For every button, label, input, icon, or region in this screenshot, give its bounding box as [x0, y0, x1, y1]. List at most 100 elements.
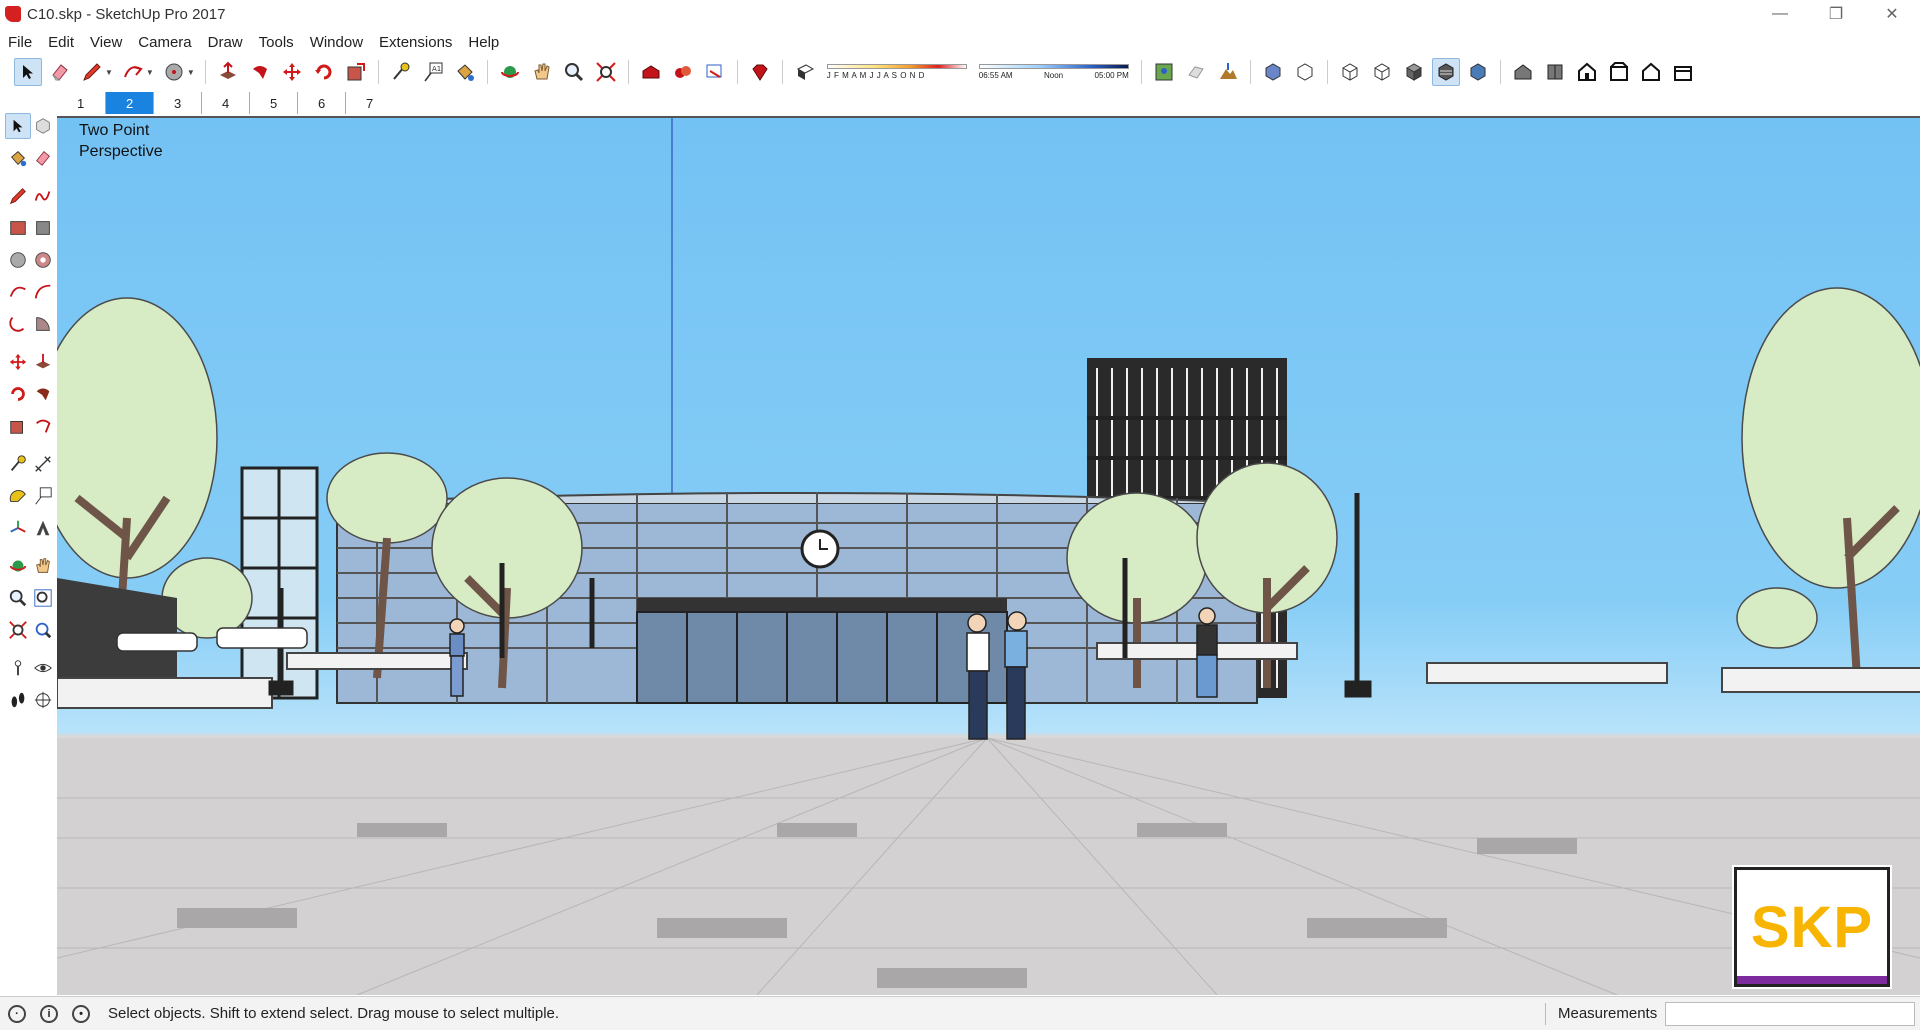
terrain-toggle-button[interactable]	[1214, 58, 1242, 86]
two-point-arc-tool-button[interactable]	[31, 279, 57, 305]
menu-view[interactable]: View	[82, 34, 130, 51]
shaded-style-button[interactable]	[1400, 58, 1428, 86]
menu-help[interactable]: Help	[460, 34, 507, 51]
close-button[interactable]: ✕	[1864, 0, 1920, 28]
dimension-tool-button[interactable]	[31, 451, 57, 477]
3d-warehouse-button[interactable]	[637, 58, 665, 86]
follow-me-tool-button[interactable]	[31, 381, 57, 407]
position-camera-button[interactable]	[5, 655, 31, 681]
menu-draw[interactable]: Draw	[200, 34, 251, 51]
offset-tool-button[interactable]	[31, 413, 57, 439]
layout-send-button[interactable]	[701, 58, 729, 86]
protractor-tool-button[interactable]	[5, 483, 31, 509]
measurements-input[interactable]	[1665, 1002, 1915, 1026]
scene-tab-5[interactable]: 5	[249, 92, 297, 114]
menu-extensions[interactable]: Extensions	[371, 34, 460, 51]
scene-tab-1[interactable]: 1	[57, 92, 105, 114]
scene-tab-7[interactable]: 7	[345, 92, 393, 114]
iso-view-button[interactable]	[1509, 58, 1537, 86]
minimize-button[interactable]: —	[1752, 0, 1808, 28]
shaded-textures-style-button[interactable]	[1431, 58, 1460, 86]
select-tool-button[interactable]	[5, 113, 31, 139]
zoom-tool-button[interactable]	[560, 58, 588, 86]
polygon-tool-button[interactable]	[31, 247, 57, 273]
three-point-arc-tool-button[interactable]	[5, 311, 31, 337]
scene-tab-2[interactable]: 2	[105, 92, 153, 114]
orbit-tool-button[interactable]	[496, 58, 524, 86]
shape-tool-dropdown-icon[interactable]: ▼	[187, 68, 195, 77]
shape-tool-button[interactable]	[160, 58, 188, 86]
model-scene[interactable]	[57, 118, 1920, 995]
line-tool-button[interactable]	[78, 58, 106, 86]
rectangle-tool-button[interactable]	[5, 215, 31, 241]
text-tool-button[interactable]: A1	[419, 58, 447, 86]
move-tool-button[interactable]	[278, 58, 306, 86]
move-tool-button[interactable]	[5, 349, 31, 375]
push-pull-tool-button[interactable]	[214, 58, 242, 86]
line-tool-button[interactable]	[5, 183, 31, 209]
info-status-icon[interactable]: i	[40, 1004, 58, 1023]
freehand-tool-button[interactable]	[31, 183, 57, 209]
walk-tool-button[interactable]	[5, 687, 31, 713]
follow-me-tool-button[interactable]	[246, 58, 274, 86]
menu-window[interactable]: Window	[302, 34, 371, 51]
rotated-rectangle-tool-button[interactable]	[31, 215, 57, 241]
menu-file[interactable]: File	[0, 34, 40, 51]
back-edges-style-button[interactable]	[1291, 58, 1319, 86]
pan-tool-button[interactable]	[528, 58, 556, 86]
make-component-button[interactable]	[31, 113, 56, 139]
arc-tool-dropdown-icon[interactable]: ▼	[146, 68, 154, 77]
circle-tool-button[interactable]	[5, 247, 31, 273]
scene-tab-6[interactable]: 6	[297, 92, 345, 114]
line-tool-dropdown-icon[interactable]: ▼	[105, 68, 113, 77]
user-account-icon[interactable]: •	[72, 1004, 90, 1023]
menu-camera[interactable]: Camera	[130, 34, 199, 51]
menu-edit[interactable]: Edit	[40, 34, 82, 51]
scale-tool-button[interactable]	[5, 413, 31, 439]
zoom-extents-button[interactable]	[592, 58, 620, 86]
rotate-tool-button[interactable]	[310, 58, 338, 86]
menu-tools[interactable]: Tools	[251, 34, 302, 51]
arc-tool-button[interactable]	[119, 58, 147, 86]
arc-tool-button[interactable]	[5, 279, 31, 305]
hidden-line-style-button[interactable]	[1368, 58, 1396, 86]
add-location-button[interactable]	[1182, 58, 1210, 86]
paint-bucket-tool-button[interactable]	[451, 58, 479, 86]
zoom-window-button[interactable]	[31, 585, 57, 611]
right-view-button[interactable]	[1605, 58, 1633, 86]
top-view-button[interactable]	[1541, 58, 1569, 86]
push-pull-tool-button[interactable]	[31, 349, 57, 375]
shadow-time-slider[interactable]: 06:55 AM Noon 05:00 PM	[978, 64, 1129, 80]
model-viewport[interactable]: Two Point Perspective SKP	[57, 118, 1920, 995]
pie-tool-button[interactable]	[31, 311, 57, 337]
select-tool-button[interactable]	[14, 58, 42, 86]
orbit-tool-button[interactable]	[5, 553, 31, 579]
scene-tab-3[interactable]: 3	[153, 92, 201, 114]
text-tool-button[interactable]	[31, 483, 57, 509]
pan-tool-button[interactable]	[31, 553, 57, 579]
extension-manager-button[interactable]	[746, 58, 774, 86]
tape-measure-tool-button[interactable]	[387, 58, 415, 86]
shadow-month-slider[interactable]: J F M A M J J A S O N D	[826, 64, 967, 80]
section-plane-button[interactable]	[31, 687, 57, 713]
zoom-extents-button[interactable]	[5, 617, 31, 643]
eraser-tool-button[interactable]	[31, 145, 57, 171]
wireframe-style-button[interactable]	[1336, 58, 1364, 86]
left-view-button[interactable]	[1669, 58, 1697, 86]
scale-tool-button[interactable]	[342, 58, 370, 86]
shadow-time-track[interactable]	[978, 64, 1129, 69]
paint-bucket-tool-button[interactable]	[5, 145, 31, 171]
monochrome-style-button[interactable]	[1464, 58, 1492, 86]
tape-measure-tool-button[interactable]	[5, 451, 31, 477]
xray-style-button[interactable]	[1259, 58, 1287, 86]
rotate-tool-button[interactable]	[5, 381, 31, 407]
zoom-tool-button[interactable]	[5, 585, 31, 611]
scene-tab-4[interactable]: 4	[201, 92, 249, 114]
shadow-month-track[interactable]	[826, 64, 967, 69]
axes-tool-button[interactable]	[5, 515, 31, 541]
model-info-button[interactable]	[1150, 58, 1178, 86]
geolocation-status-icon[interactable]: ·	[8, 1004, 26, 1023]
3d-text-tool-button[interactable]	[31, 515, 57, 541]
maximize-button[interactable]: ❐	[1808, 0, 1864, 28]
front-view-button[interactable]	[1573, 58, 1601, 86]
